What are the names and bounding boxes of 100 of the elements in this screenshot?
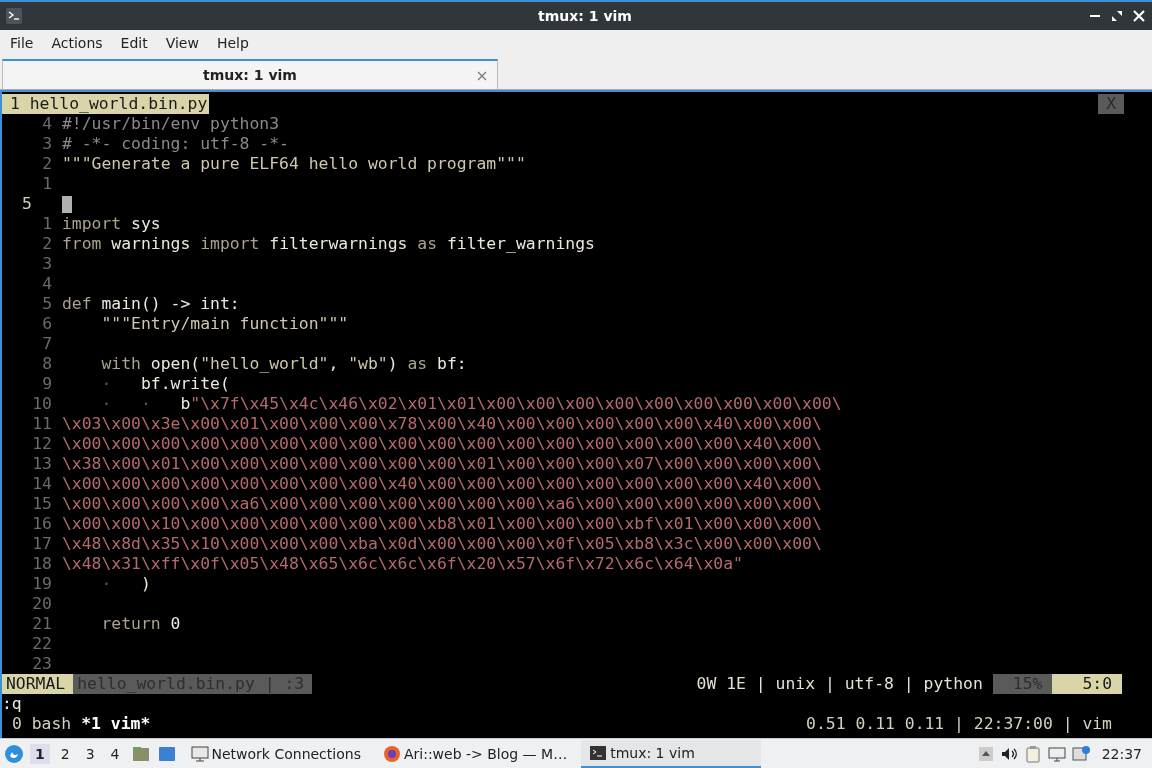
code-keyword: import — [200, 234, 260, 254]
line-number: 1 — [41, 174, 53, 194]
workspace-button[interactable]: 2 — [55, 743, 75, 764]
code-text: sys — [130, 214, 161, 234]
line-number: 16 — [31, 514, 53, 534]
byte-string: \x48\x8d\x35\x10\x00\x00\x00\xba\x0d\x00\x00\x00\x0f\x05\xb8\x3c\x00\x00\x00\ — [62, 534, 822, 554]
menu-item[interactable]: File — [2, 33, 42, 53]
line-number: 12 — [31, 434, 53, 454]
taskbar-button[interactable]: Ari::web -> Blog — M… — [374, 739, 576, 768]
line-number: 18 — [31, 554, 53, 574]
clipboard-icon[interactable] — [1023, 744, 1042, 763]
code-keyword: as — [407, 354, 428, 374]
workspace-button[interactable]: 1 — [30, 743, 50, 764]
code-string: """Entry/main function""" — [100, 314, 349, 334]
maximize-button[interactable] — [1110, 9, 1124, 23]
line-number: 6 — [41, 314, 53, 334]
line-number: 1 — [41, 214, 53, 234]
code-text: 0 — [169, 614, 181, 634]
tmux-status: 0.51 0.11 0.11 | 22:37:00 | vim — [806, 714, 1113, 734]
network-icon[interactable] — [1047, 744, 1066, 763]
code-text: open( — [149, 354, 201, 374]
menu-item[interactable]: Help — [208, 33, 257, 53]
line-number: 5 — [41, 294, 53, 314]
code-text: , — [328, 354, 340, 374]
code-text: main() -> int: — [100, 294, 240, 314]
line-number: 10 — [31, 394, 53, 414]
taskbar-button[interactable]: tmux: 1 vim — [581, 739, 762, 768]
line-number: 21 — [31, 614, 53, 634]
code-keyword: return — [100, 614, 161, 634]
code-text: b — [180, 394, 191, 414]
code-keyword: def — [62, 294, 92, 314]
byte-string: \x03\x00\x3e\x00\x01\x00\x00\x00\x78\x00\x40\x00\x00\x00\x00\x00\x40\x00\x00\ — [62, 414, 822, 434]
byte-string: \x00\x00\x00\x00\x00\x00\x00\x00\x00\x00\x00\x00\x00\x00\x00\x00\x00\x40\x00\ — [62, 434, 822, 454]
workspace-button[interactable]: 3 — [80, 743, 100, 764]
byte-string: \x38\x00\x01\x00\x00\x00\x00\x00\x00\x00\x01\x00\x00\x00\x07\x00\x00\x00\x00\ — [62, 454, 822, 474]
code-text: bf.write( — [140, 374, 230, 394]
code-keyword: import — [62, 214, 122, 234]
line-number: 17 — [31, 534, 53, 554]
browser-icon — [382, 744, 401, 763]
code-string: "wb" — [348, 354, 388, 374]
byte-string: \x00\x00\x00\x00\xa6\x00\x00\x00\x00\x00\x00\x00\xa6\x00\x00\x00\x00\x00\x00\ — [62, 494, 822, 514]
notification-icon[interactable] — [1071, 744, 1090, 763]
line-number: 22 — [31, 634, 53, 654]
line-number: 23 — [31, 654, 53, 674]
window-title: tmux: 1 vim — [537, 8, 633, 24]
line-number: 4 — [41, 274, 53, 294]
code-text: ) — [140, 574, 151, 594]
line-number: 20 — [31, 594, 53, 614]
code-keyword: with — [100, 354, 141, 374]
taskbar-button[interactable]: Network Connections — [182, 739, 369, 768]
line-number: 5 — [21, 194, 33, 214]
line-number: 15 — [31, 494, 53, 514]
terminal-icon — [6, 8, 22, 24]
line-number: 3 — [41, 254, 53, 274]
byte-string: \x00\x00\x10\x00\x00\x00\x00\x00\x00\xb8\x01\x00\x00\x00\xbf\x01\x00\x00\x00\ — [62, 514, 822, 534]
command-line: :q — [2, 694, 22, 714]
close-button[interactable] — [1132, 9, 1146, 23]
line-number: 2 — [41, 234, 53, 254]
code-keyword: as — [417, 234, 438, 254]
code-keyword: from — [62, 234, 102, 254]
code-comment: #!/usr/bin/env python3 — [62, 114, 280, 134]
buffer-tab[interactable]: 1 hello_world.bin.py — [2, 94, 210, 114]
code-text: filterwarnings — [268, 234, 409, 254]
code-text: bf: — [436, 354, 467, 374]
tmux-window[interactable]: 0 bash — [12, 714, 72, 734]
cursor-position: 5:0 — [1052, 674, 1122, 694]
line-number: 3 — [41, 134, 53, 154]
code-text: filter_warnings — [445, 234, 595, 254]
menu-item[interactable]: View — [157, 33, 207, 53]
byte-string: \x48\x31\xff\x0f\x05\x48\x65\x6c\x6c\x6f\x20\x57\x6f\x72\x6c\x64\x0a" — [62, 554, 743, 574]
code-text: ) — [387, 354, 399, 374]
line-number: 13 — [31, 454, 53, 474]
line-number: 14 — [31, 474, 53, 494]
code-comment: # -*- coding: utf-8 -*- — [62, 134, 289, 154]
terminal-tab[interactable]: tmux: 1 vim — [2, 59, 498, 89]
line-number: 8 — [41, 354, 53, 374]
line-number: 11 — [31, 414, 53, 434]
whitespace-marker: · · — [100, 394, 152, 414]
code-string: """Generate a pure ELF64 hello world program""" — [62, 154, 526, 174]
byte-string: "\x7f\x45\x4c\x46\x02\x01\x01\x00\x00\x00\x00\x00\x00\x00\x00\x00\ — [190, 394, 842, 414]
line-number: 2 — [41, 154, 53, 174]
line-number: 19 — [31, 574, 53, 594]
close-tab-icon[interactable] — [477, 71, 487, 81]
line-number: 7 — [41, 334, 53, 354]
code-text: warnings — [110, 234, 192, 254]
clock[interactable]: 22:37 — [1095, 745, 1148, 762]
whitespace-marker: · — [100, 374, 113, 394]
tmux-window[interactable]: *1 vim* — [81, 714, 151, 734]
code-string: "hello_world" — [200, 354, 329, 374]
start-menu-icon[interactable] — [4, 743, 24, 764]
menu-item[interactable]: Edit — [112, 33, 156, 53]
mode-indicator: NORMAL — [2, 674, 74, 694]
whitespace-marker: · — [100, 574, 113, 594]
line-number: 9 — [41, 374, 53, 394]
terminal-icon — [589, 743, 608, 762]
line-number: 4 — [41, 114, 53, 134]
file-info: 0W 1E | unix | utf-8 | python — [696, 674, 984, 694]
workspace-button[interactable]: 4 — [105, 743, 125, 764]
menu-item[interactable]: Actions — [43, 33, 111, 53]
byte-string: \x00\x00\x00\x00\x00\x00\x00\x00\x40\x00\x00\x00\x00\x00\x00\x00\x00\x40\x00\ — [62, 474, 822, 494]
